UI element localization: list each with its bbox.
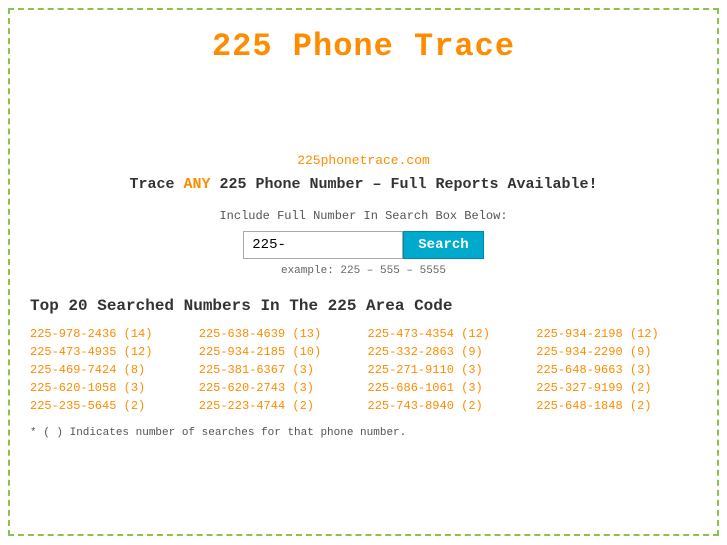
- site-url: 225phonetrace.com: [30, 153, 697, 168]
- section-title: Top 20 Searched Numbers In The 225 Area …: [30, 297, 697, 315]
- phone-link[interactable]: 225-620-1058 (3): [30, 381, 191, 395]
- page-title: 225 Phone Trace: [30, 10, 697, 73]
- phone-link[interactable]: 225-327-9199 (2): [536, 381, 697, 395]
- phone-link[interactable]: 225-469-7424 (8): [30, 363, 191, 377]
- phone-link[interactable]: 225-332-2863 (9): [368, 345, 529, 359]
- phone-link[interactable]: 225-648-1848 (2): [536, 399, 697, 413]
- search-example: example: 225 – 555 – 5555: [30, 265, 697, 277]
- phone-link[interactable]: 225-934-2185 (10): [199, 345, 360, 359]
- search-row: Search: [30, 231, 697, 259]
- search-input[interactable]: [243, 231, 403, 259]
- phone-link[interactable]: 225-743-8940 (2): [368, 399, 529, 413]
- numbers-grid: 225-978-2436 (14) 225-638-4639 (13) 225-47…: [30, 327, 697, 413]
- phone-link[interactable]: 225-686-1061 (3): [368, 381, 529, 395]
- phone-link[interactable]: 225-638-4639 (13): [199, 327, 360, 341]
- tagline: Trace ANY 225 Phone Number – Full Report…: [30, 176, 697, 193]
- page-container: 225 Phone Trace 225phonetrace.com Trace …: [8, 8, 719, 536]
- phone-link[interactable]: 225-473-4354 (12): [368, 327, 529, 341]
- footnote: * ( ) Indicates number of searches for t…: [30, 427, 697, 439]
- search-button[interactable]: Search: [403, 231, 483, 259]
- phone-link[interactable]: 225-223-4744 (2): [199, 399, 360, 413]
- phone-link[interactable]: 225-934-2198 (12): [536, 327, 697, 341]
- tagline-any: ANY: [183, 176, 210, 193]
- phone-link[interactable]: 225-648-9663 (3): [536, 363, 697, 377]
- tagline-suffix: 225 Phone Number – Full Reports Availabl…: [210, 176, 597, 193]
- tagline-prefix: Trace: [129, 176, 183, 193]
- phone-link[interactable]: 225-235-5645 (2): [30, 399, 191, 413]
- phone-link[interactable]: 225-271-9110 (3): [368, 363, 529, 377]
- phone-link[interactable]: 225-620-2743 (3): [199, 381, 360, 395]
- search-label: Include Full Number In Search Box Below:: [30, 209, 697, 223]
- phone-link[interactable]: 225-381-6367 (3): [199, 363, 360, 377]
- phone-link[interactable]: 225-934-2290 (9): [536, 345, 697, 359]
- phone-link[interactable]: 225-473-4935 (12): [30, 345, 191, 359]
- phone-link[interactable]: 225-978-2436 (14): [30, 327, 191, 341]
